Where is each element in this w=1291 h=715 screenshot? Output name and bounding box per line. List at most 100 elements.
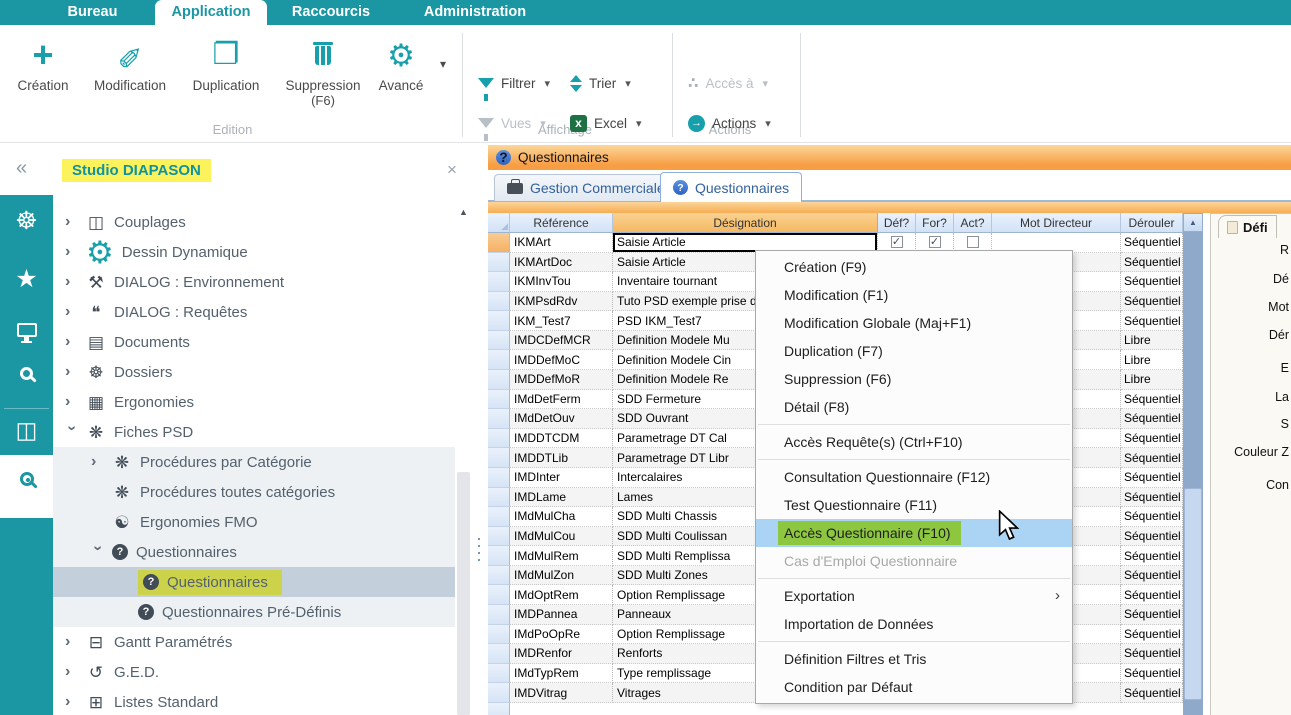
cell-derouler[interactable]: Séquentiel [1121,625,1183,645]
sidebar-close-icon[interactable]: × [447,160,457,180]
sidebar-item-gantt-parametres[interactable]: ›⊟Gantt Paramétrés [53,627,455,657]
row-header-cell[interactable] [488,370,510,390]
splitter-grip[interactable] [478,538,480,540]
row-header-cell[interactable] [488,625,510,645]
cell-derouler[interactable]: Séquentiel [1121,605,1183,625]
columns-icon[interactable]: ◫ [0,419,53,442]
cell-derouler[interactable]: Séquentiel [1121,644,1183,664]
cell-derouler[interactable]: Séquentiel [1121,585,1183,605]
cell-reference[interactable]: IMdPoOpRe [510,625,613,645]
sidebar-scroll-up-icon[interactable]: ▲ [459,207,468,217]
cell-reference[interactable]: IMDLame [510,488,613,508]
chevron-right-icon[interactable]: › [65,274,78,290]
column-header-derouler[interactable]: Dérouler [1121,213,1183,233]
column-header-act[interactable]: Act? [954,213,992,233]
cell-derouler[interactable]: Séquentiel [1121,272,1183,292]
sidebar-item-ergonomies-fmo[interactable]: ☯Ergonomies FMO [53,507,455,537]
cell-reference[interactable]: IKMArtDoc [510,253,613,273]
cell-derouler[interactable]: Séquentiel [1121,311,1183,331]
menu-item-importation-de-donnees[interactable]: Importation de Données [756,610,1072,638]
cell-derouler[interactable]: Séquentiel [1121,292,1183,312]
row-header-cell[interactable] [488,605,510,625]
sidebar-item-g-e-d[interactable]: ›↺G.E.D. [53,657,455,687]
cell-reference[interactable]: IKMArt [510,233,613,253]
ribbon-tab-administration[interactable]: Administration [395,0,555,25]
cell-derouler[interactable]: Séquentiel [1121,664,1183,684]
sidebar-item-ergonomies[interactable]: ›▦Ergonomies [53,387,455,417]
chevron-right-icon[interactable]: › [65,334,78,350]
menu-item-modification-f1[interactable]: Modification (F1) [756,281,1072,309]
sidebar-item-dessin-dynamique[interactable]: ›⚙Dessin Dynamique [53,237,455,267]
cell-reference[interactable]: IKM_Test7 [510,311,613,331]
cell-reference[interactable]: IMDDTCDM [510,429,613,449]
cell-reference[interactable]: IMDDefMoR [510,370,613,390]
menu-item-definition-filtres-et-tris[interactable]: Définition Filtres et Tris [756,645,1072,673]
wheel-icon[interactable]: ☸ [0,209,53,234]
checkbox-unchecked[interactable] [967,236,979,248]
cell-reference[interactable]: IMdDetFerm [510,390,613,410]
chevron-right-icon[interactable]: › [65,394,78,410]
menu-item-modification-globale-maj-f1[interactable]: Modification Globale (Maj+F1) [756,309,1072,337]
cell-reference[interactable]: IMdMulCou [510,527,613,547]
cell-derouler[interactable]: Séquentiel [1121,409,1183,429]
sidebar-collapse-button[interactable]: « [16,157,27,180]
cell-derouler[interactable]: Séquentiel [1121,507,1183,527]
toolbar-button-excel[interactable]: xExcel▾ [570,110,642,136]
row-header-cell[interactable] [488,488,510,508]
ribbon-tab-raccourcis[interactable]: Raccourcis [267,0,395,25]
sidebar-item-documents[interactable]: ›▤Documents [53,327,455,357]
cell-reference[interactable]: IMDDefMoC [510,350,613,370]
star-icon[interactable]: ★ [0,267,53,292]
sidebar-item-couplages[interactable]: ›◫Couplages [53,207,455,237]
row-header-cell[interactable] [488,468,510,488]
row-header-cell[interactable] [488,683,510,703]
cell-reference[interactable]: IKMPsdRdv [510,292,613,312]
table-scrollbar[interactable]: ▲ [1183,213,1203,715]
menu-item-acces-questionnaire-f10[interactable]: Accès Questionnaire (F10) [756,519,1072,547]
row-header-cell[interactable] [488,644,510,664]
menu-item-test-questionnaire-f11[interactable]: Test Questionnaire (F11) [756,491,1072,519]
sidebar-item-listes-standard[interactable]: ›⊞Listes Standard [53,687,455,715]
menu-item-creation-f9[interactable]: Création (F9) [756,253,1072,281]
toolbar-button-suppression[interactable]: Suppression(F6) [274,33,372,108]
row-header-cell[interactable] [488,390,510,410]
cell-reference[interactable]: IMdMulZon [510,566,613,586]
column-header-designation[interactable]: Désignation [613,213,878,233]
toolbar-button-filtrer[interactable]: Filtrer▾ [478,70,550,96]
toolbar-button-creation[interactable]: +Création [8,33,78,93]
cell-reference[interactable]: IMDDTLib [510,448,613,468]
row-header-cell[interactable] [488,507,510,527]
search-icon[interactable] [0,367,53,380]
cell-derouler[interactable]: Libre [1121,370,1183,390]
row-header-cell[interactable] [488,311,510,331]
cell-derouler[interactable]: Séquentiel [1121,233,1183,253]
row-header-cell[interactable] [488,546,510,566]
column-header-mot-directeur[interactable]: Mot Directeur [992,213,1121,233]
menu-item-acces-requete-s-ctrl-f10[interactable]: Accès Requête(s) (Ctrl+F10) [756,428,1072,456]
checkbox-checked[interactable]: ✓ [891,236,903,248]
sidebar-item-dialog-environnement[interactable]: ›⚒DIALOG : Environnement [53,267,455,297]
chevron-down-icon[interactable]: › [64,426,80,439]
row-header-cell[interactable] [488,527,510,547]
menu-item-detail-f8[interactable]: Détail (F8) [756,393,1072,421]
sidebar-item-dossiers[interactable]: ›☸Dossiers [53,357,455,387]
menu-item-consultation-questionnaire-f12[interactable]: Consultation Questionnaire (F12) [756,463,1072,491]
cell-reference[interactable]: IMdTypRem [510,664,613,684]
sidebar-item-procedures-par-categorie[interactable]: ›❋Procédures par Catégorie [53,447,455,477]
cell-reference[interactable]: IMdOptRem [510,585,613,605]
chevron-down-icon[interactable]: › [90,546,106,559]
cell-reference[interactable]: IMdDetOuv [510,409,613,429]
cell-derouler[interactable]: Séquentiel [1121,683,1183,703]
cell-reference[interactable]: IMDPannea [510,605,613,625]
row-header-cell[interactable] [488,331,510,351]
cell-derouler[interactable]: Séquentiel [1121,546,1183,566]
chevron-right-icon[interactable]: › [65,634,78,650]
chevron-right-icon[interactable]: › [65,214,78,230]
ribbon-tab-application[interactable]: Application [155,0,267,25]
monitor-icon[interactable] [0,323,53,337]
cell-reference[interactable]: IMDInter [510,468,613,488]
column-header-reference[interactable]: Référence [510,213,613,233]
cell-derouler[interactable]: Libre [1121,350,1183,370]
sidebar-item-questionnaires-l2[interactable]: ?Questionnaires [53,567,455,597]
chevron-down-icon[interactable]: ▾ [440,57,446,71]
